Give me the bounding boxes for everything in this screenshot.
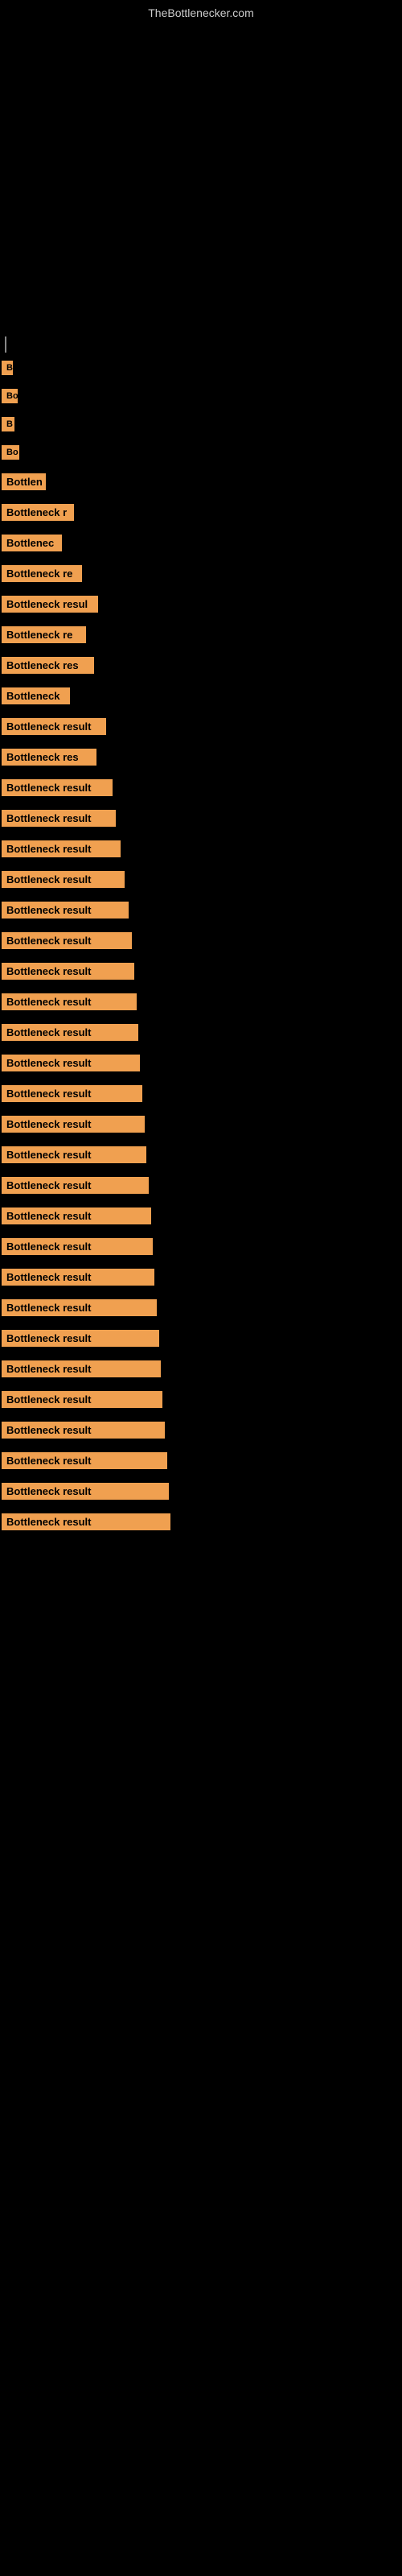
bar-row: Bottleneck result <box>0 1422 402 1444</box>
bottleneck-bar: Bottleneck resul <box>2 596 98 613</box>
bottleneck-bar: Bottleneck re <box>2 565 82 582</box>
bar-row: Bottleneck result <box>0 810 402 832</box>
bottleneck-bar: Bottleneck result <box>2 932 132 949</box>
bar-row: Bottlenec <box>0 535 402 557</box>
bottleneck-bar: Bottleneck result <box>2 1269 154 1286</box>
bottleneck-bar: Bottleneck result <box>2 1085 142 1102</box>
bottleneck-bar: Bottleneck result <box>2 993 137 1010</box>
bottleneck-bar: Bottleneck result <box>2 1299 157 1316</box>
bar-row: Bottleneck result <box>0 1024 402 1046</box>
bottleneck-bar: Bottleneck result <box>2 810 116 827</box>
site-header: TheBottlenecker.com <box>0 0 402 23</box>
cursor-indicator <box>5 336 6 353</box>
bottleneck-bar: Bottleneck result <box>2 1146 146 1163</box>
bar-row: Bottleneck result <box>0 993 402 1016</box>
bar-row: Bottleneck result <box>0 1391 402 1414</box>
bottleneck-bar: Bottleneck result <box>2 1208 151 1224</box>
bottleneck-bar: Bottleneck result <box>2 1483 169 1500</box>
site-title: TheBottlenecker.com <box>0 0 402 23</box>
bottleneck-bar: Bo <box>2 445 19 460</box>
bottleneck-bar: Bottleneck result <box>2 963 134 980</box>
bar-row: Bottleneck result <box>0 932 402 955</box>
bottleneck-bar: Bottleneck result <box>2 1116 145 1133</box>
bar-row: Bottleneck resul <box>0 596 402 618</box>
bottleneck-bar: Bottleneck result <box>2 1330 159 1347</box>
bar-row: Bottleneck result <box>0 1330 402 1352</box>
bar-row: Bottleneck r <box>0 504 402 526</box>
bottleneck-bar: Bottleneck result <box>2 871 125 888</box>
bottleneck-bar: Bottleneck result <box>2 1238 153 1255</box>
bar-row: Bottleneck re <box>0 565 402 588</box>
bar-row: B <box>0 417 402 437</box>
bar-row: Bo <box>0 445 402 465</box>
bottleneck-bar: Bottleneck result <box>2 1422 165 1439</box>
bar-row: Bottleneck <box>0 687 402 710</box>
bar-row: Bottleneck result <box>0 1055 402 1077</box>
bar-row: Bottleneck result <box>0 1360 402 1383</box>
bottleneck-bar: Bottleneck re <box>2 626 86 643</box>
bar-row: Bottleneck result <box>0 963 402 985</box>
bottleneck-bar: B <box>2 417 14 431</box>
bottleneck-bar: Bottleneck result <box>2 1513 170 1530</box>
bottleneck-bar: Bottleneck result <box>2 1055 140 1071</box>
bottleneck-bar: Bottleneck <box>2 687 70 704</box>
bottleneck-bar: B <box>2 361 13 375</box>
bottleneck-bar: Bottleneck result <box>2 1024 138 1041</box>
bar-row: Bottleneck res <box>0 749 402 771</box>
bar-row: Bottleneck result <box>0 902 402 924</box>
bottleneck-bar: Bottleneck result <box>2 779 113 796</box>
bar-row: Bottleneck re <box>0 626 402 649</box>
bar-row: Bottleneck result <box>0 1452 402 1475</box>
bar-row: Bottleneck result <box>0 718 402 741</box>
bar-row: Bottleneck result <box>0 1208 402 1230</box>
bar-row: Bottlen <box>0 473 402 496</box>
bar-row: Bottleneck result <box>0 1116 402 1138</box>
bottleneck-bar: Bottleneck result <box>2 902 129 919</box>
chart-area <box>0 23 402 328</box>
bottleneck-bar: Bottlen <box>2 473 46 490</box>
bar-row: Bottleneck res <box>0 657 402 679</box>
bar-row: Bottleneck result <box>0 779 402 802</box>
bottleneck-bar: Bottleneck res <box>2 749 96 766</box>
bottleneck-bar: Bottleneck res <box>2 657 94 674</box>
bar-row: Bottleneck result <box>0 840 402 863</box>
bars-container: B Bo B Bo Bottlen Bottleneck r Bottlenec… <box>0 336 402 1536</box>
bottleneck-bar: Bottleneck result <box>2 1360 161 1377</box>
bottleneck-bar: Bottleneck result <box>2 718 106 735</box>
bar-row: Bottleneck result <box>0 1513 402 1536</box>
bar-row: Bottleneck result <box>0 1483 402 1505</box>
bottleneck-bar: Bottleneck result <box>2 1177 149 1194</box>
bar-row: Bottleneck result <box>0 1269 402 1291</box>
bottleneck-bar: Bo <box>2 389 18 403</box>
bottleneck-bar: Bottleneck r <box>2 504 74 521</box>
bar-row: Bottleneck result <box>0 1146 402 1169</box>
bottleneck-bar: Bottlenec <box>2 535 62 551</box>
bar-row: B <box>0 361 402 381</box>
bottleneck-bar: Bottleneck result <box>2 1452 167 1469</box>
bar-row <box>0 336 402 353</box>
bar-row: Bottleneck result <box>0 1238 402 1261</box>
page-wrapper: TheBottlenecker.com B Bo B Bo Bottlen Bo… <box>0 0 402 1536</box>
bar-row: Bottleneck result <box>0 1177 402 1199</box>
bar-row: Bo <box>0 389 402 409</box>
bar-row: Bottleneck result <box>0 1085 402 1108</box>
bottleneck-bar: Bottleneck result <box>2 1391 162 1408</box>
bar-row: Bottleneck result <box>0 871 402 894</box>
bottleneck-bar: Bottleneck result <box>2 840 121 857</box>
bar-row: Bottleneck result <box>0 1299 402 1322</box>
